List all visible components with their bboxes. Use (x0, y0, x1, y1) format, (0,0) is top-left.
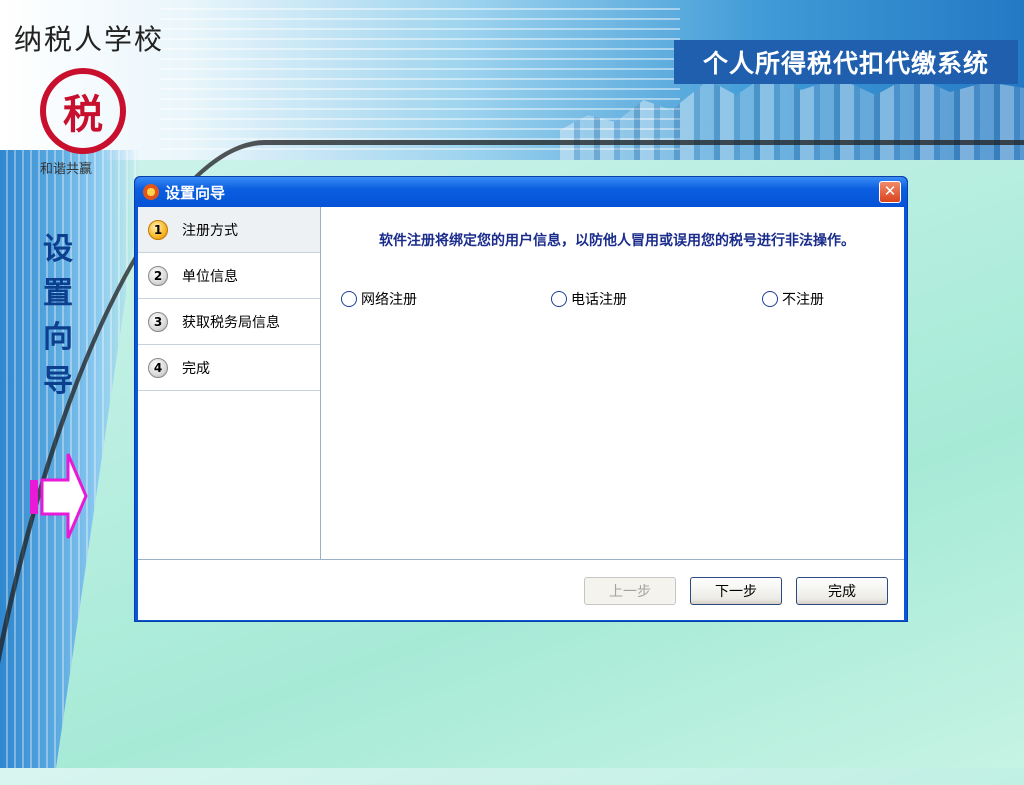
tax-seal-logo: 税 (40, 68, 126, 154)
finish-button[interactable]: 完成 (796, 577, 888, 605)
radio-label: 电话注册 (571, 292, 627, 308)
prev-step-button[interactable]: 上一步 (584, 577, 676, 605)
dialog-titlebar[interactable]: 设置向导 ✕ (135, 177, 907, 207)
radio-phone-register[interactable]: 电话注册 (551, 289, 627, 309)
step-item-tax-bureau-info[interactable]: 3 获取税务局信息 (138, 299, 320, 345)
step-label: 获取税务局信息 (182, 314, 280, 331)
radio-network-register[interactable]: 网络注册 (341, 289, 417, 309)
side-title-char: 导 (43, 364, 73, 399)
logo-subtitle: 和谐共赢 (40, 162, 93, 177)
radio-circle-icon[interactable] (551, 291, 567, 307)
step-number-badge: 1 (148, 219, 168, 240)
system-title: 个人所得税代扣代缴系统 (674, 40, 1018, 84)
radio-label: 不注册 (782, 292, 824, 308)
school-logo-text: 纳税人学校 (14, 23, 165, 56)
step-number-badge: 3 (148, 311, 168, 332)
close-button[interactable]: ✕ (879, 181, 901, 203)
radio-no-register[interactable]: 不注册 (762, 289, 824, 309)
wizard-steps-panel: 1 注册方式 2 单位信息 3 获取税务局信息 4 完成 (138, 207, 321, 559)
step-item-finish[interactable]: 4 完成 (138, 345, 320, 391)
dialog-footer: 上一步 下一步 完成 (138, 559, 904, 620)
step-content-panel: 软件注册将绑定您的用户信息，以防他人冒用或误用您的税号进行非法操作。 网络注册 … (321, 207, 904, 559)
side-title-char: 置 (43, 276, 73, 311)
app-icon (143, 184, 159, 200)
step-item-register-method[interactable]: 1 注册方式 (138, 207, 320, 253)
side-title-char: 设 (43, 232, 73, 267)
step-label: 单位信息 (182, 268, 238, 285)
step-item-company-info[interactable]: 2 单位信息 (138, 253, 320, 299)
dialog-client-area: 1 注册方式 2 单位信息 3 获取税务局信息 4 完成 软件注册将绑定您的用户… (138, 207, 904, 620)
step-number-badge: 4 (148, 357, 168, 378)
seal-glyph: 税 (63, 91, 103, 138)
setup-wizard-dialog: 设置向导 ✕ 1 注册方式 2 单位信息 3 获取税务局信息 4 完成 软件注册… (134, 176, 908, 622)
radio-label: 网络注册 (361, 292, 417, 308)
side-title-char: 向 (43, 320, 73, 355)
step-number-badge: 2 (148, 265, 168, 286)
next-step-button[interactable]: 下一步 (690, 577, 782, 605)
registration-description: 软件注册将绑定您的用户信息，以防他人冒用或误用您的税号进行非法操作。 (379, 233, 855, 249)
step-label: 完成 (182, 360, 210, 377)
registration-options: 网络注册 电话注册 不注册 (341, 289, 841, 311)
dialog-title: 设置向导 (165, 183, 226, 202)
step-label: 注册方式 (182, 222, 238, 239)
close-icon: ✕ (883, 182, 897, 200)
radio-circle-icon[interactable] (762, 291, 778, 307)
side-title: 设 置 向 导 (36, 228, 80, 404)
radio-circle-icon[interactable] (341, 291, 357, 307)
pointer-arrow-icon (30, 453, 88, 539)
